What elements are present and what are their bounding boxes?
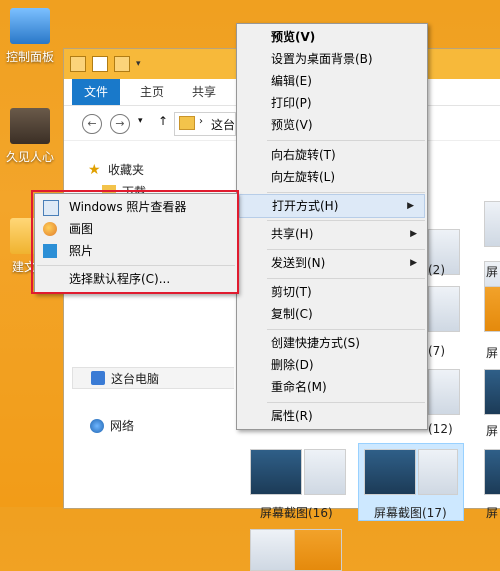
desktop-icon-label: 久见人心 xyxy=(5,150,54,164)
menu-separator xyxy=(267,220,425,221)
address-text: 这台 xyxy=(211,118,236,132)
menu-item-print[interactable]: 打印(P) xyxy=(237,92,427,114)
folder-icon[interactable] xyxy=(70,56,86,72)
menu-item-delete[interactable]: 删除(D) xyxy=(237,354,427,376)
control-panel-icon xyxy=(10,8,50,44)
chevron-right-icon: ▶ xyxy=(410,258,417,268)
highlight-box xyxy=(31,190,239,294)
nav-label: 网络 xyxy=(110,419,135,433)
computer-icon xyxy=(91,371,105,385)
thumbnail[interactable] xyxy=(250,449,302,495)
menu-item-preview-default[interactable]: 预览(V) xyxy=(237,26,427,48)
menu-item-rename[interactable]: 重命名(M) xyxy=(237,376,427,398)
thumbnail[interactable] xyxy=(364,449,416,495)
menu-item-cut[interactable]: 剪切(T) xyxy=(237,281,427,303)
thumbnail[interactable] xyxy=(484,369,500,415)
chevron-down-icon[interactable]: ▾ xyxy=(138,116,143,126)
back-button[interactable]: ← xyxy=(82,114,102,134)
menu-item-preview[interactable]: 预览(V) xyxy=(237,114,427,136)
tab-file[interactable]: 文件 xyxy=(72,79,121,105)
tab-home[interactable]: 主页 xyxy=(128,79,176,105)
menu-separator xyxy=(267,249,425,250)
desktop-icon-control-panel[interactable]: 控制面板 xyxy=(0,8,60,65)
thumbnail[interactable] xyxy=(428,286,460,332)
menu-item-properties[interactable]: 属性(R) xyxy=(237,405,427,427)
file-label[interactable]: 屏 xyxy=(486,344,498,361)
menu-item-set-as-background[interactable]: 设置为桌面背景(B) xyxy=(237,48,427,70)
network-icon xyxy=(90,418,104,433)
menu-item-rotate-right[interactable]: 向右旋转(T) xyxy=(237,144,427,166)
menu-separator xyxy=(267,402,425,403)
menu-item-edit[interactable]: 编辑(E) xyxy=(237,70,427,92)
chevron-right-icon: ▶ xyxy=(407,201,414,211)
up-button[interactable]: ↑ xyxy=(158,114,168,128)
thumbnail[interactable] xyxy=(484,201,500,247)
tab-share[interactable]: 共享 xyxy=(180,79,228,105)
nav-item-network[interactable]: 网络 xyxy=(90,417,134,434)
file-label[interactable]: 屏 xyxy=(486,263,498,280)
breadcrumb-separator: › xyxy=(199,116,203,127)
thumbnail[interactable] xyxy=(428,369,460,415)
thumbnail[interactable] xyxy=(484,449,500,495)
image-file-icon xyxy=(10,108,50,144)
menu-item-copy[interactable]: 复制(C) xyxy=(237,303,427,325)
menu-separator xyxy=(267,140,425,141)
thumbnail[interactable] xyxy=(484,286,500,332)
forward-button[interactable]: → xyxy=(110,114,130,134)
menu-separator xyxy=(267,278,425,279)
nav-label: 收藏夹 xyxy=(108,163,145,177)
context-menu: 预览(V) 设置为桌面背景(B) 编辑(E) 打印(P) 预览(V) 向右旋转(… xyxy=(236,23,428,430)
file-label[interactable]: (2) xyxy=(428,263,445,277)
new-folder-icon[interactable] xyxy=(114,56,130,72)
file-label[interactable]: (12) xyxy=(428,422,453,436)
nav-label: 这台电脑 xyxy=(111,371,160,386)
quick-access-toolbar: ▾ xyxy=(70,56,141,72)
properties-icon[interactable] xyxy=(92,56,108,72)
thumbnail[interactable] xyxy=(418,449,458,495)
chevron-down-icon[interactable]: ▾ xyxy=(136,59,141,69)
menu-item-share[interactable]: 共享(H) ▶ xyxy=(237,223,427,245)
desktop-icon-file[interactable]: 久见人心 xyxy=(0,108,60,165)
menu-separator xyxy=(267,329,425,330)
menu-separator xyxy=(267,192,425,193)
file-label[interactable]: 屏 xyxy=(486,422,498,439)
nav-item-this-pc[interactable]: 这台电脑 xyxy=(72,367,242,389)
desktop-icon-label: 控制面板 xyxy=(5,50,54,64)
menu-item-rotate-left[interactable]: 向左旋转(L) xyxy=(237,166,427,188)
menu-item-create-shortcut[interactable]: 创建快捷方式(S) xyxy=(237,332,427,354)
file-label[interactable]: (7) xyxy=(428,344,445,358)
star-icon: ★ xyxy=(88,161,101,178)
thumbnail[interactable] xyxy=(304,449,346,495)
folder-icon xyxy=(179,116,195,130)
address-field[interactable]: › 这台 xyxy=(174,112,236,136)
thumbnail[interactable] xyxy=(294,529,342,571)
menu-item-label: 发送到(N) xyxy=(271,256,326,270)
menu-item-send-to[interactable]: 发送到(N) ▶ xyxy=(237,252,427,274)
menu-item-label: 打开方式(H) xyxy=(272,199,339,213)
menu-item-label: 共享(H) xyxy=(271,227,314,241)
menu-item-open-with[interactable]: 打开方式(H) ▶ xyxy=(239,194,425,218)
chevron-right-icon: ▶ xyxy=(410,229,417,239)
nav-item-favorites[interactable]: ★ 收藏夹 xyxy=(88,161,144,178)
